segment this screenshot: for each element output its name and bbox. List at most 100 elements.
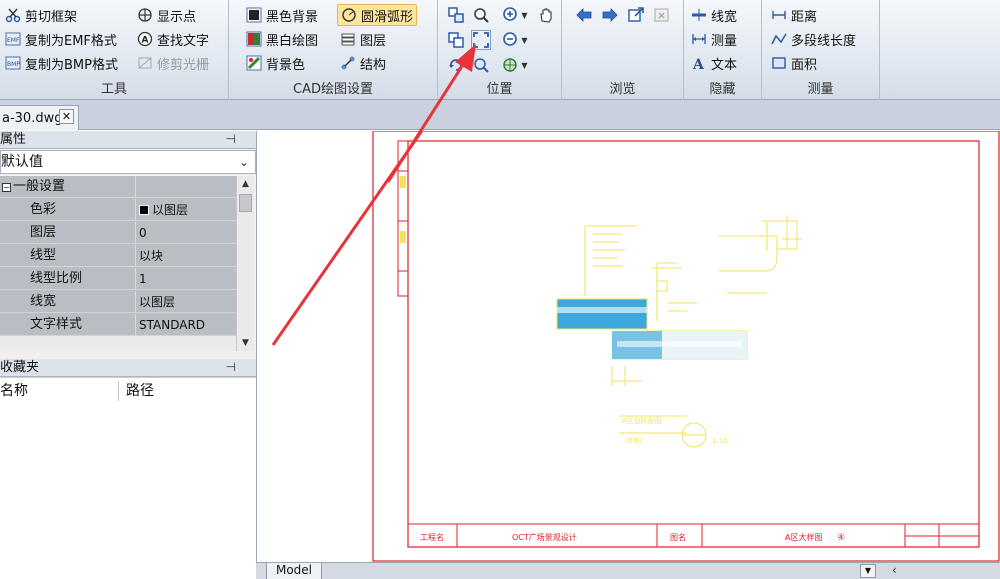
copy-emf-button[interactable]: EMF 复制为EMF格式 [2, 28, 120, 50]
ribbon-group-tools: 剪切框架 EMF 复制为EMF格式 BMP 复制为BMP格式 显示点 A 查找文… [0, 0, 229, 100]
scroll-thumb[interactable] [239, 194, 252, 212]
property-value[interactable]: 以图层 [135, 199, 236, 221]
favorites-list[interactable]: 名称 路径 [0, 377, 256, 579]
view-3d-icon[interactable]: ▼ [500, 55, 530, 75]
layers-button[interactable]: 图层 [337, 28, 389, 50]
title-block-project-name: OCT广场景观设计 [512, 532, 577, 542]
property-row[interactable]: 图层 0 [0, 222, 236, 244]
svg-text:BMP: BMP [7, 61, 20, 68]
ribbon-group-cad-settings: 黑色背景 黑白绘图 背景色 圆滑弧形 图层 结构 CAD绘图设置 [229, 0, 438, 100]
drawing-canvas[interactable]: A区台阶剖面 (参照) 1:10 工程名 OCT广场景观设计 图名 A区大样图 … [256, 56, 1000, 562]
trim-raster-button[interactable]: 修剪光栅 [134, 52, 212, 74]
zoom-out-icon[interactable]: ▼ [500, 30, 530, 50]
line-width-button[interactable]: 线宽 [688, 4, 740, 26]
properties-combo[interactable]: 默认值 ⌄ [0, 150, 256, 174]
svg-text:EMF: EMF [7, 37, 20, 44]
position-group-label: 位置 [486, 82, 513, 97]
text-a-icon: A [691, 55, 707, 71]
zoom-previous-icon[interactable] [446, 30, 466, 50]
property-row[interactable]: 线型 以块 [0, 245, 236, 267]
property-row[interactable]: 文字样式 STANDARD [0, 314, 236, 336]
scroll-left-icon[interactable]: ‹ [892, 563, 897, 577]
black-white-drawing-button[interactable]: 黑白绘图 [243, 28, 321, 50]
area-label: 面积 [791, 57, 818, 73]
cad-settings-group-label: CAD绘图设置 [293, 82, 373, 97]
measure-toggle-label: 测量 [711, 33, 738, 49]
area-button[interactable]: 面积 [768, 52, 820, 74]
ribbon-group-measure: 距离 多段线长度 面积 测量 [762, 0, 880, 100]
svg-text:A: A [692, 57, 705, 71]
clip-frame-label: 剪切框架 [25, 9, 78, 25]
title-block-project-label: 工程名 [420, 532, 444, 542]
property-category[interactable]: − 一般设置 [0, 176, 236, 198]
zoom-in-icon[interactable]: ▼ [500, 5, 530, 25]
pin-icon[interactable]: ⊣ [226, 131, 236, 148]
close-icon[interactable]: ✕ [59, 109, 74, 124]
property-value[interactable]: 1 [135, 268, 236, 290]
property-value[interactable]: 0 [135, 222, 236, 244]
property-value[interactable]: STANDARD [135, 314, 236, 336]
scroll-down-icon[interactable]: ▼ [237, 335, 254, 351]
pan-hand-icon[interactable] [536, 5, 556, 25]
arrow-right-icon[interactable] [600, 5, 620, 25]
ribbon-group-position: ▼ ▼ ▼ 位置 [438, 0, 562, 100]
favorites-col-name[interactable]: 名称 [0, 378, 28, 404]
text-toggle-label: 文本 [711, 57, 738, 73]
model-tab[interactable]: Model [266, 563, 322, 579]
zoom-extents-icon[interactable] [471, 30, 491, 50]
favorites-col-path[interactable]: 路径 [126, 378, 154, 404]
clip-frame-button[interactable]: 剪切框架 [2, 4, 80, 26]
property-row[interactable]: 线宽 以图层 [0, 291, 236, 313]
measure-toggle-button[interactable]: 测量 [688, 28, 740, 50]
background-color-button[interactable]: 背景色 [243, 52, 308, 74]
polyline-length-label: 多段线长度 [791, 33, 857, 49]
property-row[interactable]: 色彩 以图层 [0, 199, 236, 221]
chevron-down-icon: ⌄ [238, 155, 249, 169]
chevron-down-icon[interactable]: ▼ [860, 564, 876, 578]
ribbon-group-hide: 线宽 测量 A 文本 隐藏 [684, 0, 762, 100]
find-text-button[interactable]: A 查找文字 [134, 28, 212, 50]
detail-scale: 1:10 [712, 437, 728, 445]
line-width-icon [691, 7, 707, 23]
rotate-icon[interactable] [446, 55, 466, 75]
property-name: 图层 [30, 225, 57, 240]
structure-button[interactable]: 结构 [337, 52, 389, 74]
distance-button[interactable]: 距离 [768, 4, 820, 26]
property-grid: − 一般设置 色彩 以图层 图层 0 线型 以块 线型比例 1 线宽 以图层 文… [0, 176, 236, 336]
area-icon [771, 55, 787, 71]
properties-panel-title: 属性 [0, 132, 27, 147]
open-external-icon[interactable] [626, 5, 646, 25]
pin-icon[interactable]: ⊣ [226, 359, 236, 376]
svg-text:A: A [142, 36, 149, 46]
smooth-arc-button[interactable]: 圆滑弧形 [337, 4, 418, 26]
zoom-rect-icon[interactable] [471, 5, 491, 25]
arrow-left-icon[interactable] [574, 5, 594, 25]
polyline-length-button[interactable]: 多段线长度 [768, 28, 859, 50]
crosshair-icon [137, 7, 153, 23]
black-background-button[interactable]: 黑色背景 [243, 4, 321, 26]
arc-icon [341, 7, 357, 23]
document-tab[interactable]: a-30.dwg ✕ [0, 105, 79, 130]
close-view-icon[interactable] [652, 5, 672, 25]
bmp-icon: BMP [5, 55, 21, 71]
detail-subtitle: (参照) [625, 437, 642, 445]
detail-labels: A区台阶剖面 (参照) 1:10 [622, 416, 728, 445]
property-value[interactable]: 以图层 [135, 291, 236, 313]
property-value[interactable]: 以块 [135, 245, 236, 267]
property-row[interactable]: 线型比例 1 [0, 268, 236, 290]
copy-bmp-button[interactable]: BMP 复制为BMP格式 [2, 52, 121, 74]
property-grid-scrollbar[interactable]: ▲ ▼ [236, 176, 254, 351]
collapse-icon[interactable]: − [2, 183, 11, 192]
show-points-button[interactable]: 显示点 [134, 4, 199, 26]
zoom-window-icon[interactable] [446, 5, 466, 25]
column-divider[interactable] [118, 381, 119, 401]
text-toggle-button[interactable]: A 文本 [688, 52, 740, 74]
document-tab-title: a-30.dwg [2, 110, 63, 126]
properties-combo-value: 默认值 [1, 154, 43, 170]
title-block-drawing-label: 图名 [670, 532, 686, 542]
trim-raster-label: 修剪光栅 [157, 57, 210, 73]
zoom-all-icon[interactable] [471, 55, 491, 75]
tools-group-label: 工具 [100, 82, 127, 97]
property-name: 线宽 [30, 294, 57, 309]
scroll-up-icon[interactable]: ▲ [237, 176, 254, 192]
